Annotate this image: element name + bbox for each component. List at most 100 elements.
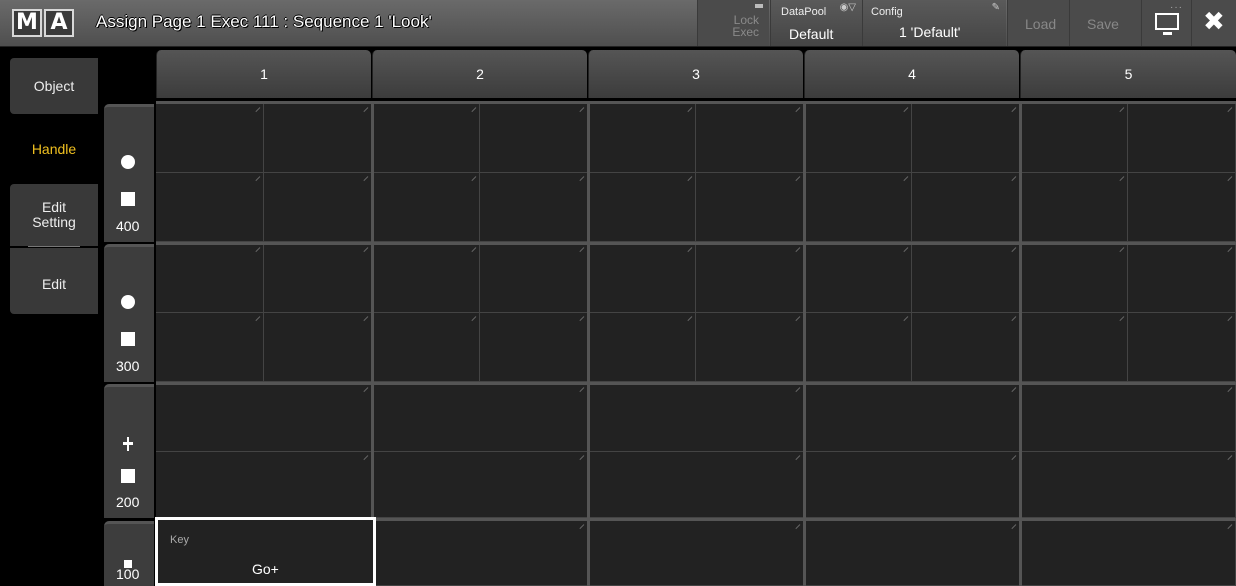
save-button[interactable]: Save [1069, 0, 1141, 46]
tab-object[interactable]: Object [10, 58, 98, 114]
row-number: 400 [116, 218, 140, 234]
save-label: Save [1087, 16, 1119, 32]
grid-cell[interactable] [588, 452, 804, 518]
lock-exec-button[interactable]: Lock Exec [697, 0, 769, 46]
load-label: Load [1025, 16, 1057, 32]
grid-cell[interactable] [1020, 452, 1236, 518]
grid-cell[interactable] [372, 244, 480, 313]
tab-object-label: Object [33, 78, 75, 94]
lock-indicator-icon [755, 4, 763, 8]
grid-cell[interactable] [1020, 521, 1236, 586]
tab-edit-setting-line1: Edit [41, 199, 67, 215]
row-header-200[interactable]: 200 [104, 384, 154, 518]
grid-cell[interactable] [156, 384, 372, 452]
column-header-4[interactable]: 4 [804, 50, 1019, 98]
column-separator [371, 101, 374, 586]
column-header-label: 5 [1124, 66, 1133, 82]
grid-cell[interactable] [372, 452, 588, 518]
grid-cell[interactable] [912, 173, 1020, 242]
grid-cell[interactable] [372, 384, 588, 452]
grid-cell[interactable] [804, 452, 1020, 518]
grid-cell[interactable] [480, 313, 588, 382]
grid-cell[interactable] [588, 104, 696, 173]
grid-cell[interactable] [588, 244, 696, 313]
grid-cell[interactable] [264, 104, 372, 173]
column-separator [803, 101, 806, 586]
selected-key-cell[interactable]: Key Go+ [155, 517, 376, 586]
grid-cell[interactable] [696, 173, 804, 242]
column-header-3[interactable]: 3 [588, 50, 803, 98]
grid-cell[interactable] [804, 244, 912, 313]
grid-cell[interactable] [480, 104, 588, 173]
eye-icon: ◉▽ [839, 2, 856, 13]
tab-edit-setting-label: Edit Setting [32, 200, 76, 230]
config-value: 1 'Default' [899, 24, 961, 40]
grid-cell[interactable] [264, 313, 372, 382]
grid-cell[interactable] [156, 452, 372, 518]
grid-cell[interactable] [156, 173, 264, 242]
grid-cell[interactable] [1020, 104, 1128, 173]
grid-cell[interactable] [156, 244, 264, 313]
grid-cell[interactable] [1128, 104, 1236, 173]
grid-cell[interactable] [912, 104, 1020, 173]
circle-icon [121, 155, 135, 169]
grid-cell[interactable] [1128, 313, 1236, 382]
datapool-button[interactable]: DataPool ◉▽ Default [770, 0, 862, 46]
load-button[interactable]: Load [1007, 0, 1069, 46]
grid-cell[interactable] [1128, 244, 1236, 313]
grid-cell[interactable] [480, 173, 588, 242]
title-bar: M A Assign Page 1 Exec 111 : Sequence 1 … [0, 0, 1236, 47]
grid-cell[interactable] [804, 104, 912, 173]
grid-cell[interactable] [804, 313, 912, 382]
grid-cell[interactable] [588, 521, 804, 586]
grid-cell[interactable] [156, 104, 264, 173]
column-header-1[interactable]: 1 [156, 50, 371, 98]
tab-edit[interactable]: Edit [10, 248, 98, 314]
close-icon: ✖ [1203, 7, 1225, 37]
config-button[interactable]: Config ✎ 1 'Default' [862, 0, 1006, 46]
lock-exec-label-2: Exec [732, 25, 759, 39]
grid-cell[interactable] [696, 244, 804, 313]
grid-cell[interactable] [912, 313, 1020, 382]
square-icon [121, 332, 135, 346]
grid-cell[interactable] [480, 244, 588, 313]
row-header-100[interactable]: 100 [104, 521, 154, 586]
column-separator [587, 101, 590, 586]
row-separator [156, 242, 1236, 245]
grid-cell[interactable] [1020, 384, 1236, 452]
tab-handle[interactable]: Handle [10, 114, 98, 184]
column-header-label: 4 [908, 66, 916, 82]
grid-cell[interactable] [1020, 173, 1128, 242]
grid-cell[interactable] [804, 384, 1020, 452]
grid-cell[interactable] [804, 173, 912, 242]
grid-cell[interactable] [588, 313, 696, 382]
grid-cell[interactable] [696, 313, 804, 382]
grid-cell[interactable] [1020, 313, 1128, 382]
grid-cell[interactable] [1020, 244, 1128, 313]
square-icon [121, 192, 135, 206]
grid-cell[interactable] [588, 384, 804, 452]
grid-cell[interactable] [588, 173, 696, 242]
grid-cell[interactable] [372, 521, 588, 586]
tab-handle-label: Handle [31, 141, 77, 157]
row-separator [156, 382, 1236, 385]
grid-cell[interactable] [372, 173, 480, 242]
grid-cell[interactable] [804, 521, 1020, 586]
grid-cell[interactable] [372, 104, 480, 173]
column-header-5[interactable]: 5 [1020, 50, 1236, 98]
close-button[interactable]: ✖ [1191, 0, 1236, 46]
row-header-400[interactable]: 400 [104, 104, 154, 242]
row-header-300[interactable]: 300 [104, 244, 154, 382]
grid-cell[interactable] [264, 244, 372, 313]
tab-edit-setting[interactable]: Edit Setting [10, 184, 98, 246]
column-header-label: 1 [260, 66, 268, 82]
grid-cell[interactable] [372, 313, 480, 382]
grid-cell[interactable] [696, 104, 804, 173]
tab-edit-label: Edit [41, 276, 67, 292]
screen-button[interactable]: ··· [1141, 0, 1191, 46]
column-header-2[interactable]: 2 [372, 50, 587, 98]
grid-cell[interactable] [912, 244, 1020, 313]
grid-cell[interactable] [156, 313, 264, 382]
grid-cell[interactable] [1128, 173, 1236, 242]
grid-cell[interactable] [264, 173, 372, 242]
